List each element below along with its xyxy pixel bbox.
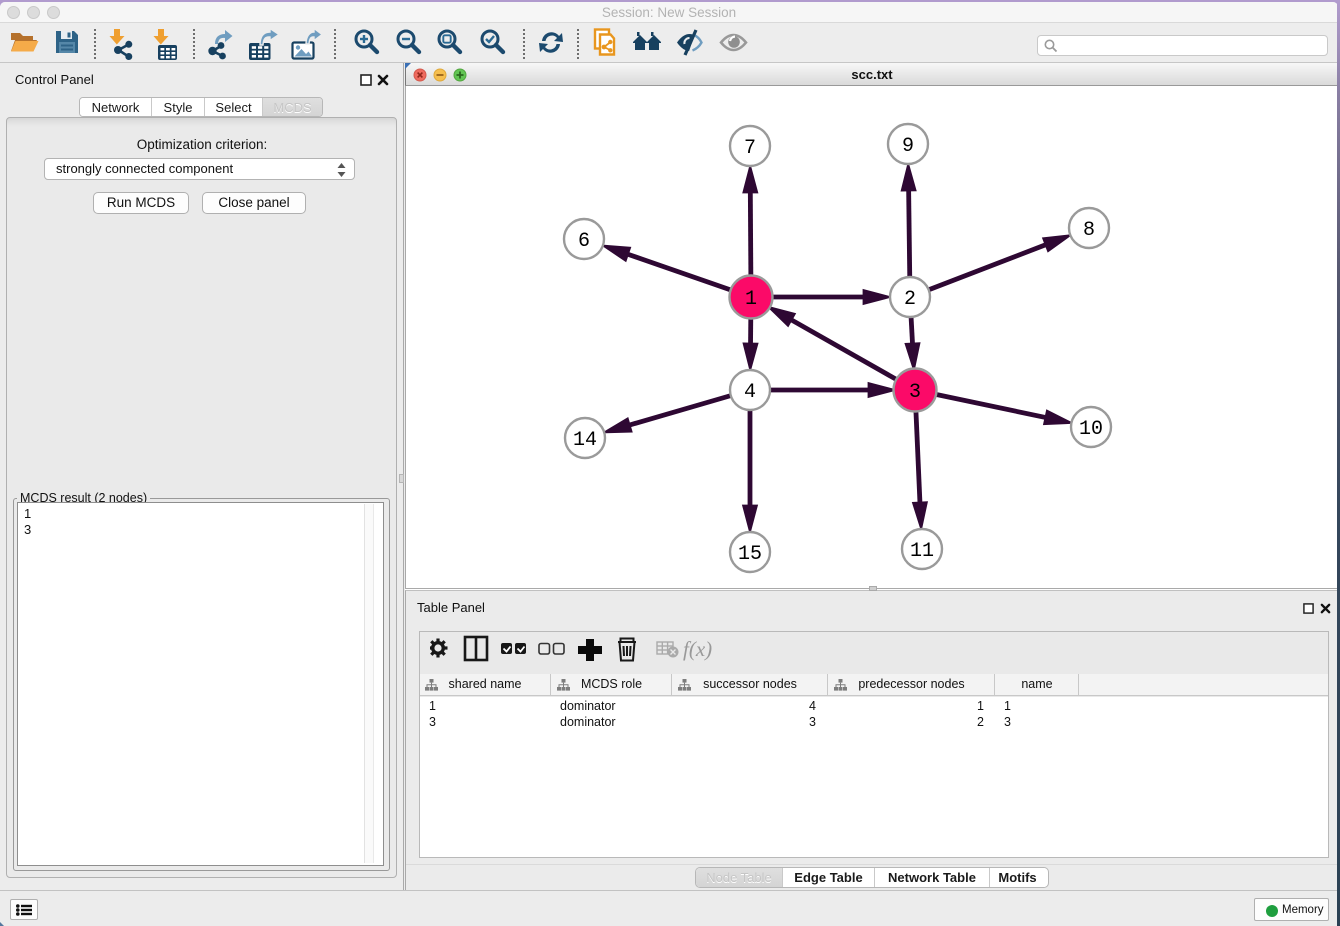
svg-text:9: 9 xyxy=(902,135,914,158)
svg-text:f(x): f(x) xyxy=(683,637,712,661)
svg-text:1: 1 xyxy=(745,288,757,311)
svg-text:3: 3 xyxy=(909,381,921,404)
svg-text:8: 8 xyxy=(1083,219,1095,242)
svg-text:7: 7 xyxy=(744,137,756,160)
svg-text:6: 6 xyxy=(578,230,590,253)
svg-text:4: 4 xyxy=(744,381,756,404)
svg-text:15: 15 xyxy=(738,543,762,566)
svg-text:10: 10 xyxy=(1079,418,1103,441)
svg-text:14: 14 xyxy=(573,429,597,452)
svg-text:2: 2 xyxy=(904,288,916,311)
svg-text:11: 11 xyxy=(910,540,934,563)
